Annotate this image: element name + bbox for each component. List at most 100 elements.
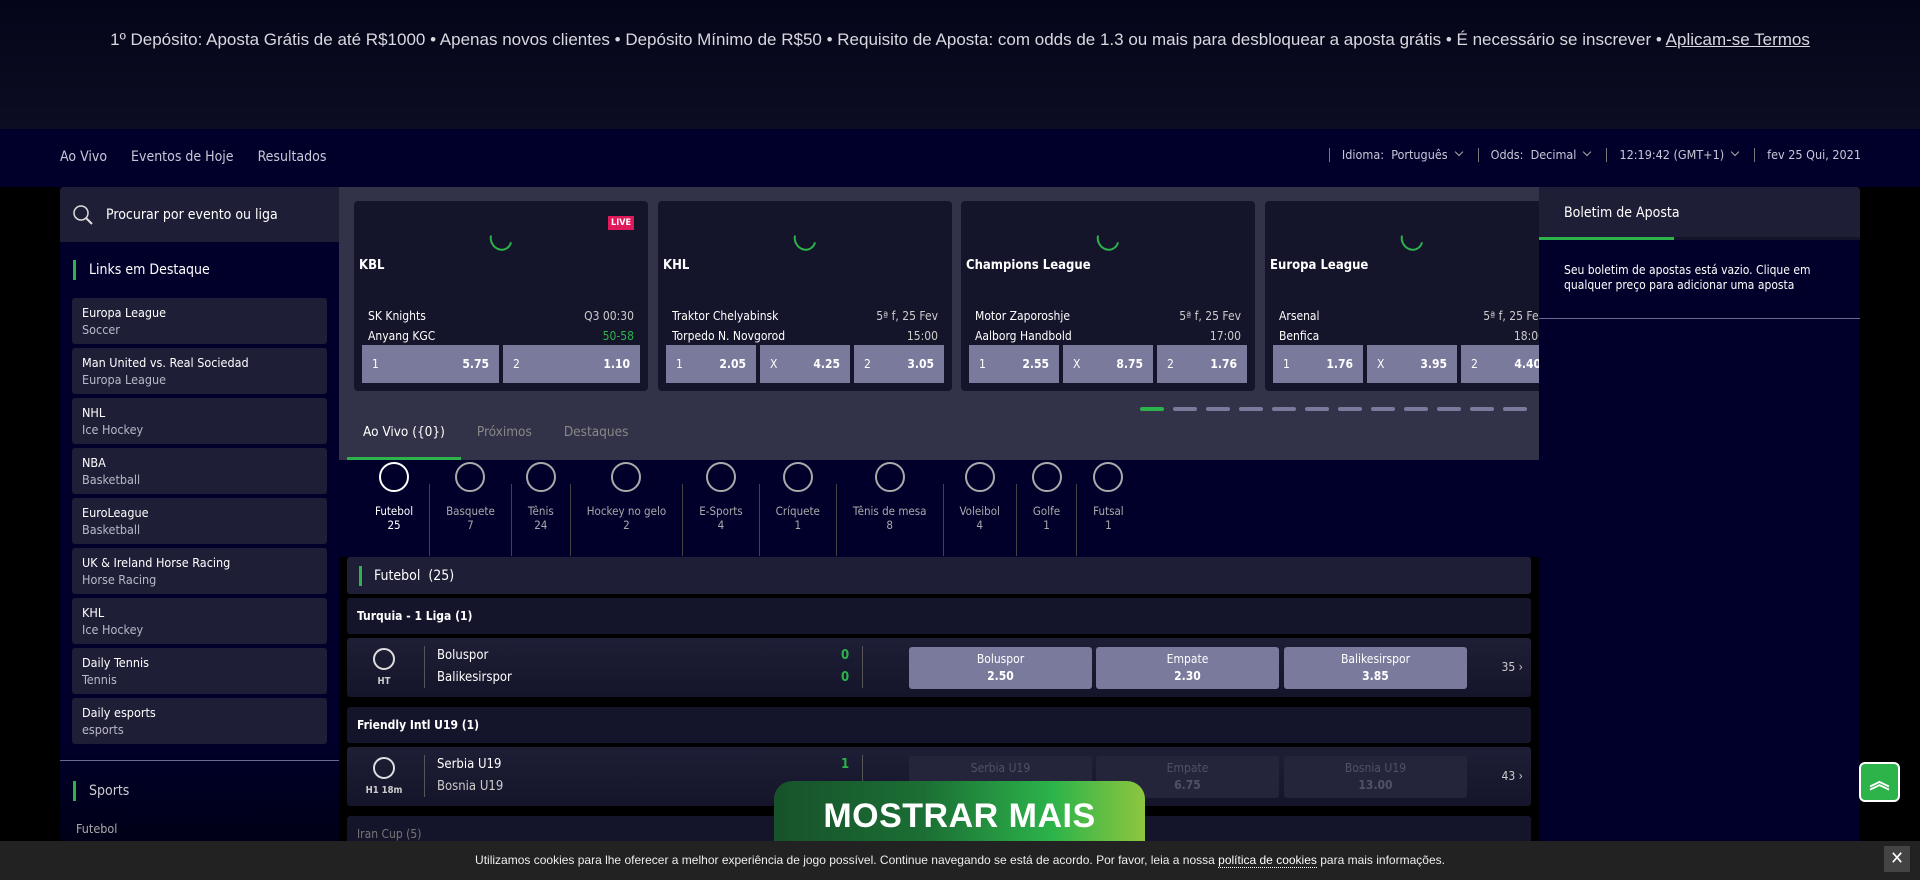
featured-link[interactable]: Daily Tennis Tennis [72,648,327,694]
chevron-down-icon [1454,147,1463,157]
tennis-ball-icon [525,462,556,492]
search-input[interactable]: Procurar por evento ou liga [60,187,339,242]
hockey-puck-icon [611,462,642,492]
sidebar-sport-futebol[interactable]: Futebol [60,821,339,836]
card-league: KBL [359,258,385,273]
promo-banner: 1º Depósito: Aposta Grátis de até R$1000… [0,0,1920,129]
sport-filter-7[interactable]: Voleibol 4 [944,462,1017,556]
sport-filter-0[interactable]: Futebol 25 [359,462,431,556]
sport-filter-6[interactable]: Tênis de mesa 8 [837,462,944,556]
odds-button[interactable]: X 3.95 [1367,345,1457,383]
timezone-select[interactable]: 12:19:42 (GMT+1) [1619,147,1742,162]
odds-format-select[interactable]: Odds: Decimal [1491,147,1595,162]
odds-button[interactable]: 1 1.76 [1273,345,1363,383]
home-team: Boluspor [437,648,489,663]
event-info: 5ª f, 25 Fev [876,309,938,323]
odds-button[interactable]: 2 1.10 [503,345,640,383]
sport-filter-1[interactable]: Basquete 7 [430,462,512,556]
away-score: 0 [841,670,850,685]
away-team: Aalborg Handbold [975,329,1072,343]
sport-filter-9[interactable]: Futsal 1 [1077,462,1140,556]
gamepad-icon [705,462,736,492]
featured-link[interactable]: UK & Ireland Horse Racing Horse Racing [72,548,327,594]
home-team: Serbia U19 [437,757,502,772]
section-header: Futebol (25) [347,557,1531,594]
featured-link[interactable]: KHL Ice Hockey [72,598,327,644]
golf-icon [1031,462,1062,492]
search-icon [73,204,93,225]
loading-spinner-icon [1092,223,1124,255]
featured-link[interactable]: EuroLeague Basketball [72,498,327,544]
soccer-ball-icon [379,462,410,492]
featured-event-card[interactable]: KHL Traktor Chelyabinsk 5ª f, 25 Fev Torp… [658,201,952,391]
featured-link[interactable]: Europa League Soccer [72,298,327,344]
sport-filter-8[interactable]: Golfe 1 [1017,462,1078,556]
cookie-policy-link[interactable]: política de cookies [1218,853,1317,868]
card-league: Europa League [1270,258,1369,273]
cookie-bar: Utilizamos cookies para lhe oferecer a m… [0,841,1920,880]
main-content: LIVE KBL SK Knights Q3 00:30 Anyang KGC 50… [339,187,1539,880]
betslip-title[interactable]: Boletim de Aposta [1539,187,1860,237]
home-team: SK Knights [368,309,426,323]
betslip-panel: Boletim de Aposta Seu boletim de apostas… [1539,187,1860,880]
home-score: 1 [841,757,850,772]
cricket-ball-icon [782,462,813,492]
featured-link[interactable]: NHL Ice Hockey [72,398,327,444]
language-select[interactable]: Idioma: Português [1342,147,1466,162]
featured-event-card[interactable]: Champions League Motor Zaporoshje 5ª f, 2… [961,201,1255,391]
league-header[interactable]: Turquia - 1 Liga (1) [347,598,1531,634]
tab-ao-vivo[interactable]: Ao Vivo ({0}) [347,410,461,460]
odds-button[interactable]: 2 4.40 [1461,345,1539,383]
sport-filter-5[interactable]: Críquete 1 [760,462,837,556]
odds-button[interactable]: 2 3.05 [854,345,944,383]
odds-button[interactable]: 2 1.76 [1157,345,1247,383]
nav-eventos-hoje[interactable]: Eventos de Hoje [131,149,234,165]
odds-button[interactable]: 1 5.75 [362,345,499,383]
sport-filter-4[interactable]: E-Sports 4 [683,462,760,556]
odds-button[interactable]: 1 2.55 [969,345,1059,383]
nav-resultados[interactable]: Resultados [258,149,327,165]
odds-button[interactable]: Boluspor 2.50 [909,647,1092,689]
odds-button[interactable]: Empate 2.30 [1096,647,1279,689]
away-team: Torpedo N. Novgorod [672,329,786,343]
odds-button[interactable]: 1 2.05 [666,345,756,383]
away-team: Balikesirspor [437,670,512,685]
featured-link[interactable]: NBA Basketball [72,448,327,494]
event-info: 15:00 [906,329,938,343]
card-league: Champions League [966,258,1091,273]
more-markets-link[interactable]: 35 › [1502,660,1523,674]
current-date: fev 25 Qui, 2021 [1767,147,1861,162]
odds-button[interactable]: X 8.75 [1063,345,1153,383]
carousel-dots[interactable] [1140,407,1527,411]
league-header[interactable]: Friendly Intl U19 (1) [347,707,1531,743]
featured-links-heading: Links em Destaque [60,242,339,298]
nav-ao-vivo[interactable]: Ao Vivo [60,149,107,165]
cookie-close-button[interactable]: ✕ [1884,846,1910,872]
match-row[interactable]: HT Boluspor Balikesirspor 00 Boluspor 2.50… [347,638,1531,697]
loading-spinner-icon [789,223,821,255]
featured-link[interactable]: Daily esports esports [72,698,327,744]
sport-filter-3[interactable]: Hockey no gelo 2 [571,462,684,556]
sports-heading: Sports [60,761,339,821]
featured-link[interactable]: Man United vs. Real Sociedad Europa Leagu… [72,348,327,394]
odds-button[interactable]: X 4.25 [760,345,850,383]
tab-destaques[interactable]: Destaques [548,410,645,460]
card-league: KHL [663,258,690,273]
chevron-down-icon [1583,147,1592,157]
home-team: Arsenal [1279,309,1320,323]
soccer-ball-icon [373,757,395,779]
featured-event-card[interactable]: LIVE KBL SK Knights Q3 00:30 Anyang KGC 50… [354,201,648,391]
away-team: Anyang KGC [368,329,436,343]
featured-event-card[interactable]: Europa League Arsenal 5ª f, 25 Fev Benfic… [1265,201,1539,391]
terms-link[interactable]: Aplicam-se Termos [1666,30,1810,49]
event-info: 5ª f, 25 Fev [1179,309,1241,323]
odds-button[interactable]: Balikesirspor 3.85 [1284,647,1467,689]
more-markets-link[interactable]: 43 › [1502,769,1523,783]
home-team: Traktor Chelyabinsk [672,309,779,323]
odds-button[interactable]: Bosnia U19 13.00 [1284,756,1467,798]
tab-proximos[interactable]: Próximos [461,410,548,460]
scroll-to-top-button[interactable]: ︽ [1859,762,1900,802]
event-info: 18:00 [1513,329,1539,343]
sport-filter-2[interactable]: Tênis 24 [512,462,571,556]
top-nav: Ao Vivo Eventos de Hoje Resultados Idiom… [0,129,1920,187]
